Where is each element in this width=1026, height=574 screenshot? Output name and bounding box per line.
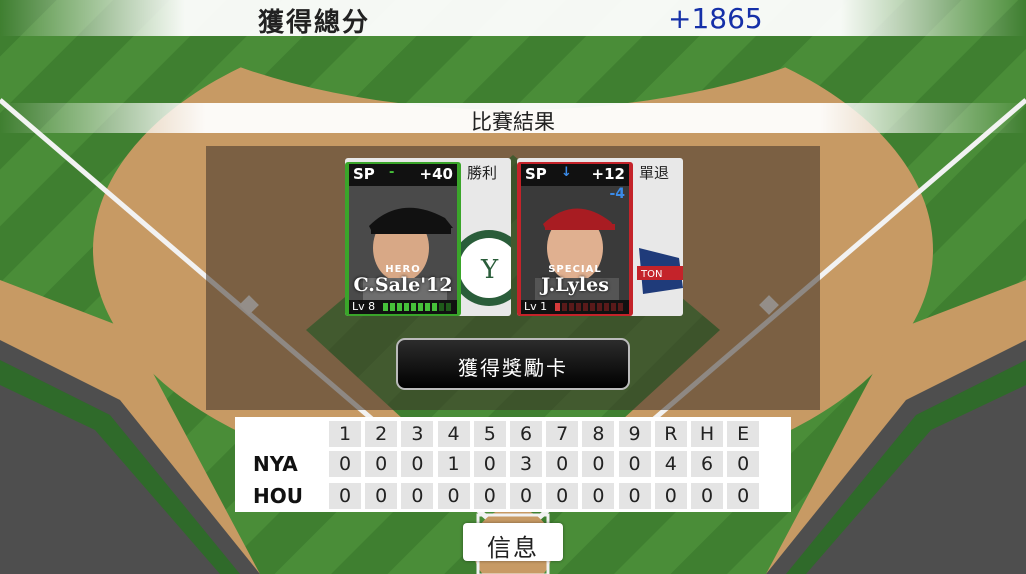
scoreboard-header-cell: 2 (365, 421, 398, 447)
scoreboard: 1 2 3 4 5 6 7 8 9 R H E NYA 0 0 0 1 0 3 0 0 0 4 6 0 HOU 0 0 0 0 0 0 0 0 0 0… (235, 417, 791, 512)
card-banner-text: 單退 (639, 164, 670, 182)
scoreboard-team-name: NYA (253, 452, 298, 476)
scoreboard-cell: 0 (727, 451, 760, 477)
scoreboard-cell: 0 (546, 483, 579, 509)
card-level: Lv 8 (352, 300, 376, 313)
player-card-loser[interactable]: 單退 TON SP ↓ +12 -4 SPECIAL J.Lyles Lv 1 (517, 158, 683, 316)
game-result-title: 比賽結果 (471, 110, 555, 134)
scoreboard-cell: 0 (582, 451, 615, 477)
card-level-bar: Lv 8 (349, 300, 457, 314)
level-segment (576, 303, 581, 311)
down-arrow-icon: ↓ (561, 165, 572, 180)
scoreboard-header-cell: 7 (546, 421, 579, 447)
card-trend-icon: - (389, 165, 395, 180)
card-position: SP (353, 165, 375, 183)
card-player-name: C.Sale'12 (353, 274, 453, 296)
scoreboard-cell: 0 (365, 451, 398, 477)
reward-button-label: 獲得獎勵卡 (458, 356, 568, 380)
info-button[interactable]: 信息 (463, 523, 563, 562)
scoreboard-header-cell: H (691, 421, 723, 447)
scoreboard-header-cell: 4 (437, 421, 470, 447)
level-segment (618, 303, 623, 311)
scoreboard-cell: 0 (401, 483, 434, 509)
total-score-value: +1865 (668, 2, 763, 35)
level-segment (562, 303, 567, 311)
card-points: +40 (419, 165, 453, 183)
level-segment (439, 303, 444, 311)
game-result-bar: 比賽結果 (0, 103, 1026, 134)
team-logo-icon: TON (637, 248, 683, 294)
card-level-bar: Lv 1 (521, 300, 629, 314)
level-segment (390, 303, 395, 311)
scoreboard-cell: 6 (691, 451, 723, 477)
level-segment (383, 303, 388, 311)
scoreboard-cell: 0 (654, 483, 687, 509)
scoreboard-header-cell: R (654, 421, 687, 447)
scoreboard-header-cell: 8 (582, 421, 615, 447)
scoreboard-cell: 0 (618, 483, 651, 509)
scoreboard-cell: 0 (727, 483, 760, 509)
scoreboard-cell: 3 (510, 451, 542, 477)
scoreboard-cell: 0 (473, 483, 506, 509)
level-segment (597, 303, 602, 311)
scoreboard-header-cell: 5 (473, 421, 506, 447)
level-segment (611, 303, 616, 311)
player-card-winner[interactable]: 勝利 Y SP - +40 HERO C.Sale'12 Lv 8 (345, 158, 511, 316)
card-position: SP (525, 165, 547, 183)
level-segment (404, 303, 409, 311)
card-points: +12 (591, 165, 625, 183)
scoreboard-header-cell: 9 (618, 421, 651, 447)
scoreboard-cell: 0 (365, 483, 398, 509)
scoreboard-cell: 0 (510, 483, 542, 509)
card-banner-text: 勝利 (467, 164, 498, 182)
level-segment (590, 303, 595, 311)
scoreboard-cell: 0 (691, 483, 723, 509)
level-segment (411, 303, 416, 311)
scoreboard-cell: 0 (582, 483, 615, 509)
card-player-name: J.Lyles (541, 274, 609, 296)
total-score-label: 獲得總分 (258, 8, 371, 38)
scoreboard-cell: 1 (437, 451, 470, 477)
svg-text:Y: Y (480, 255, 499, 285)
scoreboard-cell: 0 (473, 451, 506, 477)
scoreboard-cell: 0 (401, 451, 434, 477)
scoreboard-cell: 4 (654, 451, 687, 477)
level-segment (418, 303, 423, 311)
card-level: Lv 1 (524, 300, 548, 313)
info-button-label: 信息 (487, 534, 539, 562)
scoreboard-header-cell: 6 (510, 421, 542, 447)
total-score-bar: 獲得總分 +1865 (0, 0, 1026, 38)
get-reward-card-button[interactable]: 獲得獎勵卡 (396, 338, 630, 390)
svg-text:TON: TON (640, 269, 662, 280)
scoreboard-cell: 0 (329, 483, 361, 509)
level-segment (555, 303, 560, 311)
scoreboard-cell: 0 (437, 483, 470, 509)
scoreboard-team-name: HOU (253, 484, 303, 508)
level-segment (604, 303, 609, 311)
level-segment (583, 303, 588, 311)
level-segment (432, 303, 437, 311)
level-segment (397, 303, 402, 311)
scoreboard-header-cell: 3 (401, 421, 434, 447)
scoreboard-cell: 0 (618, 451, 651, 477)
level-segment (446, 303, 451, 311)
card-change: -4 (609, 186, 625, 202)
card-header: SP - +40 (349, 164, 457, 186)
scoreboard-header-cell: 1 (329, 421, 361, 447)
card-frame: SP ↓ +12 -4 SPECIAL J.Lyles Lv 1 (517, 162, 633, 316)
card-frame: SP - +40 HERO C.Sale'12 Lv 8 (345, 162, 461, 316)
level-segment (569, 303, 574, 311)
scoreboard-cell: 0 (329, 451, 361, 477)
scoreboard-header-cell: E (727, 421, 760, 447)
team-logo-icon: Y (459, 230, 511, 306)
level-segment (425, 303, 430, 311)
card-header: SP ↓ +12 (521, 164, 629, 186)
scoreboard-cell: 0 (546, 451, 579, 477)
